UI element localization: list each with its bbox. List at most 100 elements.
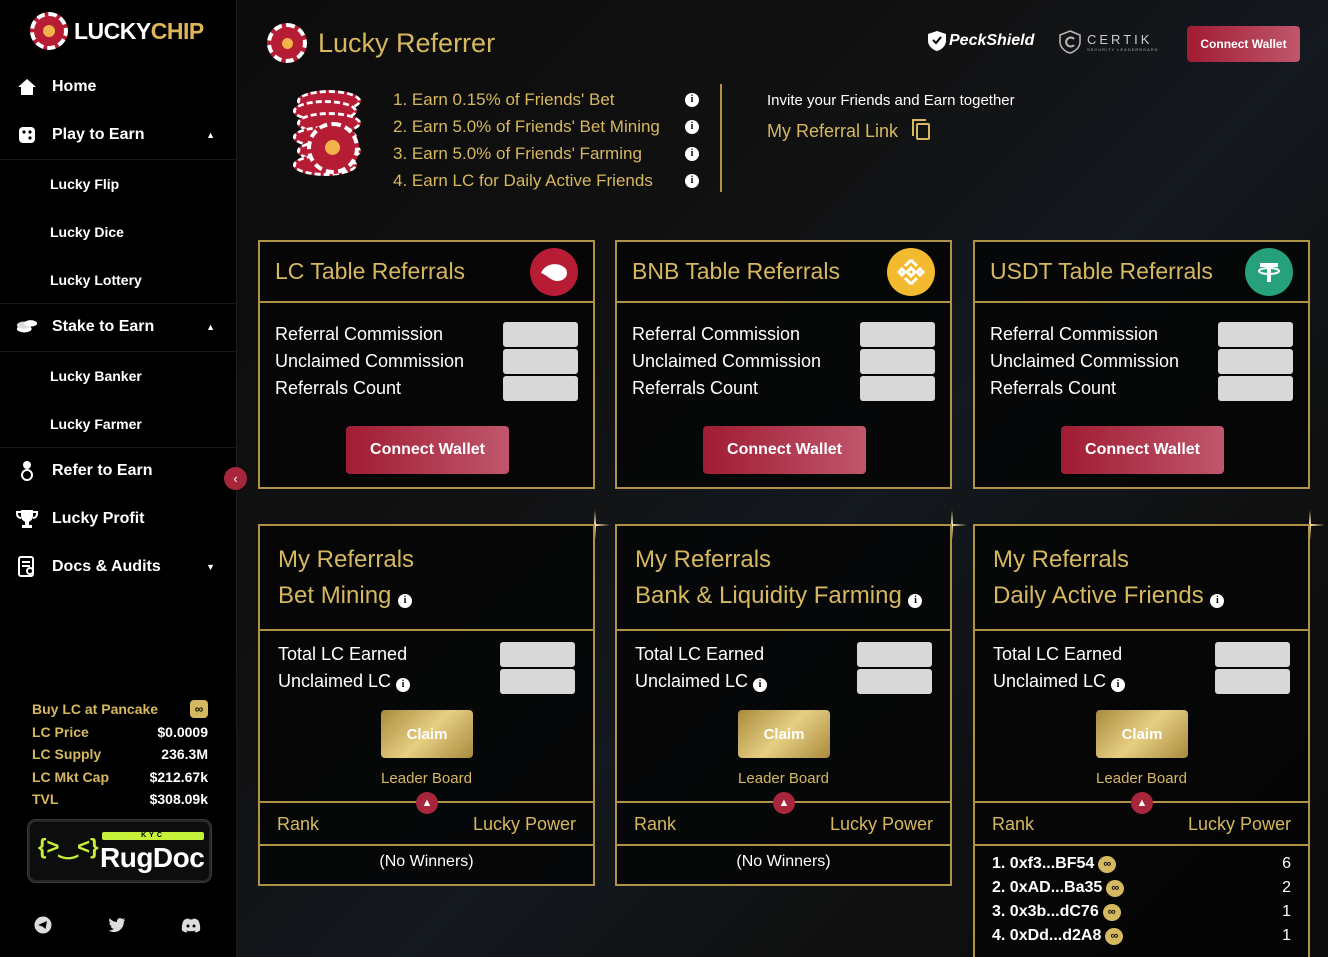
connect-wallet-button[interactable]: Connect Wallet (346, 426, 509, 474)
divider (720, 84, 722, 192)
sidebar: LUCKYCHIP Home Play to Earn ▲ Lucky Flip… (0, 0, 237, 957)
coins-icon (16, 316, 38, 338)
bet-mining-referrals-card: My Referrals Bet Mining i Total LC Earne… (258, 524, 595, 886)
caret-down-icon: ▼ (206, 562, 215, 572)
sidebar-item-lucky-profit[interactable]: Lucky Profit (0, 495, 237, 543)
chip-logo-icon (267, 23, 307, 63)
link-icon[interactable]: ∞ (1105, 927, 1124, 945)
info-icon[interactable]: i (398, 594, 413, 608)
card-title: My Referrals (635, 546, 772, 573)
info-icon[interactable]: i (396, 677, 411, 692)
invite-text: Invite your Friends and Earn together (767, 92, 1015, 109)
certik-shield-icon (1059, 30, 1081, 54)
peckshield-shield-icon (928, 31, 946, 51)
referral-commission-label: Referral Commission (275, 324, 444, 344)
rugdoc-badge[interactable]: {>‿<} KYC RugDoc (28, 820, 211, 882)
info-icon[interactable]: i (753, 677, 768, 692)
chevron-up-icon[interactable]: ▲ (773, 792, 795, 814)
header-connect-wallet-button[interactable]: Connect Wallet (1187, 26, 1300, 62)
divider (260, 844, 593, 846)
sidebar-item-home[interactable]: Home (0, 63, 237, 111)
total-lc-earned-label: Total LC Earned (278, 644, 408, 664)
info-icon[interactable]: i (908, 594, 923, 608)
unclaimed-lc-label: Unclaimed LC i (993, 671, 1126, 692)
page-title: Lucky Referrer (318, 27, 496, 58)
list-item: 1. 0xf3...BF54 ∞ 6 (992, 852, 1291, 876)
referral-commission-label: Referral Commission (632, 324, 801, 344)
chevron-up-icon[interactable]: ▲ (1131, 792, 1153, 814)
sidebar-item-refer-to-earn[interactable]: Refer to Earn (0, 447, 237, 495)
unclaimed-commission-label: Unclaimed Commission (990, 351, 1180, 371)
rank-header: Rank (277, 814, 320, 834)
info-icon[interactable]: i (1210, 594, 1225, 608)
token-stats: Buy LC at Pancake ∞ LC Price $0.0009 LC Su… (32, 698, 208, 811)
winner-power: 2 (1282, 879, 1291, 896)
telegram-icon[interactable] (33, 915, 53, 935)
sidebar-item-lucky-lottery[interactable]: Lucky Lottery (50, 272, 142, 288)
link-icon[interactable]: ∞ (1102, 903, 1121, 921)
sidebar-item-play-to-earn[interactable]: Play to Earn ▲ (0, 111, 237, 159)
connect-wallet-button[interactable]: Connect Wallet (703, 426, 866, 474)
brand-name: LUCKYCHIP (74, 17, 204, 44)
lc-token-icon (530, 247, 578, 296)
chevron-up-icon[interactable]: ▲ (416, 792, 438, 814)
usdt-token-icon (1245, 247, 1293, 296)
info-icon[interactable]: i (685, 92, 699, 107)
lucky-power-header: Lucky Power (829, 814, 933, 834)
winner-power: 1 (1282, 903, 1291, 920)
lc-supply-value: 236.3M (161, 746, 208, 763)
value-placeholder (857, 669, 932, 694)
list-item: 2. Earn 5.0% of Friends' Bet Mining i (393, 113, 699, 140)
buy-lc-link[interactable]: Buy LC at Pancake ∞ (32, 698, 208, 721)
brand-logo[interactable]: LUCKYCHIP (30, 12, 204, 50)
referral-link[interactable]: My Referral Link (767, 119, 931, 142)
sidebar-item-lucky-dice[interactable]: Lucky Dice (50, 224, 124, 240)
leader-board-label[interactable]: Leader Board (617, 770, 950, 787)
info-icon[interactable]: i (1111, 677, 1126, 692)
value-placeholder (500, 642, 575, 667)
link-icon[interactable]: ∞ (1098, 855, 1117, 873)
caret-up-icon: ▲ (206, 130, 215, 140)
card-title: LC Table Referrals (275, 258, 466, 284)
leader-board-label[interactable]: Leader Board (260, 770, 593, 787)
sidebar-item-docs-audits[interactable]: Docs & Audits ▼ (0, 543, 237, 591)
card-subtitle: Daily Active Friends i (993, 578, 1290, 614)
value-placeholder (1218, 376, 1293, 401)
divider (975, 844, 1308, 846)
list-item: 1. Earn 0.15% of Friends' Bet i (393, 86, 699, 113)
peckshield-badge[interactable]: PeckShield (927, 30, 1034, 52)
leader-board-label[interactable]: Leader Board (975, 770, 1308, 787)
info-icon[interactable]: i (685, 119, 699, 134)
twitter-icon[interactable] (107, 915, 127, 935)
sidebar-collapse-button[interactable]: ‹ (224, 467, 247, 490)
unclaimed-commission-label: Unclaimed Commission (632, 351, 822, 371)
info-icon[interactable]: i (685, 146, 699, 161)
certik-badge[interactable]: CERTIK SECURITY LEADERBOARD (1059, 30, 1159, 54)
sidebar-item-lucky-farmer[interactable]: Lucky Farmer (50, 416, 142, 432)
chip-stack-illustration (293, 86, 363, 186)
rank-header: Rank (634, 814, 677, 834)
link-icon: ∞ (190, 700, 208, 719)
winner-address: 2. 0xAD...Ba35 (992, 879, 1103, 896)
sidebar-item-lucky-flip[interactable]: Lucky Flip (50, 176, 119, 192)
link-icon[interactable]: ∞ (1106, 879, 1125, 897)
claim-button[interactable]: Claim (738, 710, 830, 758)
sidebar-item-lucky-banker[interactable]: Lucky Banker (50, 368, 142, 384)
winner-address: 1. 0xf3...BF54 (992, 855, 1095, 872)
claim-button[interactable]: Claim (381, 710, 473, 758)
copy-icon[interactable] (912, 119, 931, 140)
dice-icon (16, 124, 38, 146)
card-title: My Referrals (993, 546, 1130, 573)
winners-list: 1. 0xf3...BF54 ∞ 6 2. 0xAD...Ba35 ∞ 2 3. 0x3… (992, 852, 1291, 948)
sidebar-item-label: Home (52, 78, 97, 95)
tvl-label: TVL (32, 791, 59, 808)
sidebar-item-label: Play to Earn (52, 126, 145, 143)
chip-logo-icon (30, 12, 68, 50)
connect-wallet-button[interactable]: Connect Wallet (1061, 426, 1224, 474)
claim-button[interactable]: Claim (1096, 710, 1188, 758)
sidebar-item-stake-to-earn[interactable]: Stake to Earn ▲ (0, 303, 237, 351)
info-icon[interactable]: i (685, 173, 699, 188)
daily-active-referrals-card: My Referrals Daily Active Friends i Tota… (973, 524, 1310, 957)
card-subtitle: Bank & Liquidity Farming i (635, 578, 932, 614)
discord-icon[interactable] (181, 915, 201, 935)
